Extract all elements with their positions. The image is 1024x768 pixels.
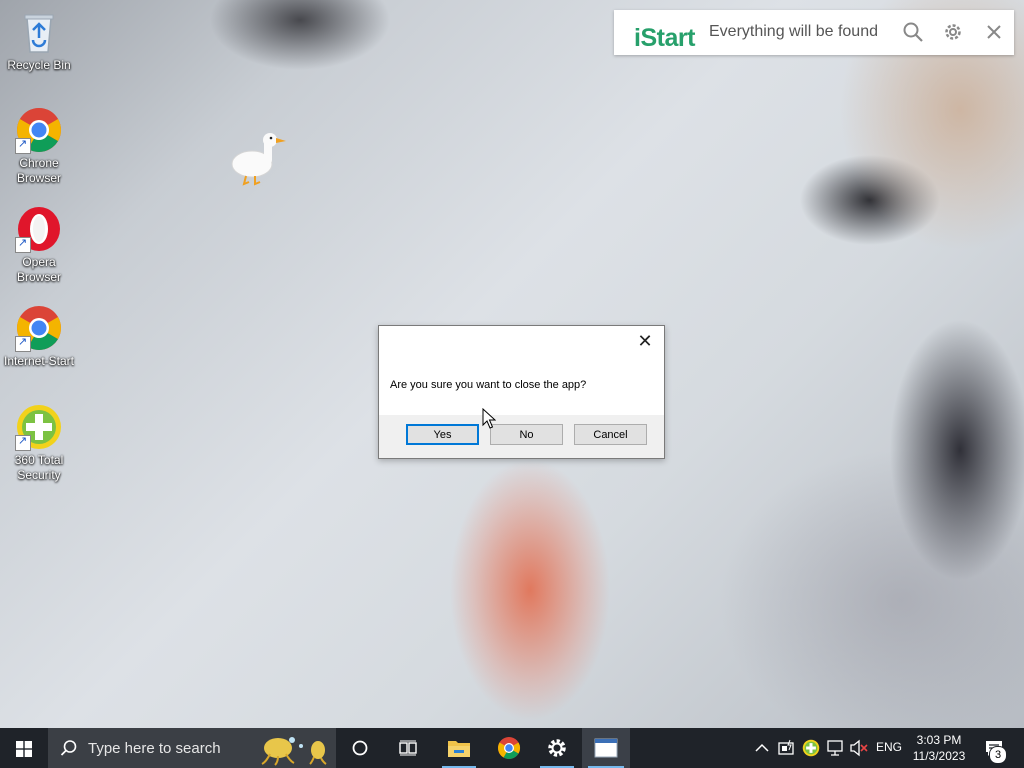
dialog-button-bar: Yes No Cancel [379,415,664,458]
search-icon[interactable] [902,21,924,43]
chrome-icon [498,737,520,759]
app-window-icon [594,738,618,758]
cortana-circle-icon [352,740,368,756]
desktop-icon-label: Recycle Bin [7,58,71,72]
360-security-icon [15,403,63,451]
input-language[interactable]: ENG [876,740,902,754]
task-view-icon [399,740,417,756]
shortcut-arrow-icon [15,236,31,253]
taskbar-chrome[interactable] [486,728,532,768]
confirm-close-dialog: ✕ Are you sure you want to close the app… [378,325,665,459]
istart-search-bar[interactable]: iStart Everything will be found [614,10,1014,55]
yes-button[interactable]: Yes [406,424,479,445]
desktop: Recycle Bin Chrone Browser [0,0,1024,728]
search-highlight-icon [261,737,327,766]
folder-icon [448,741,470,757]
action-center-button[interactable]: 3 [978,728,1018,768]
chrome-icon [15,106,63,154]
taskbar-clock[interactable]: 3:03 PM 11/3/2023 [904,732,974,764]
desktop-icon-opera-browser[interactable]: Opera Browser [2,205,76,285]
chevron-up-icon[interactable] [755,742,769,754]
gear-icon [548,739,566,757]
notification-count-badge: 3 [989,746,1007,764]
search-placeholder: Type here to search [88,740,221,757]
taskbar: Type here to search ENG 3:03 PM 11/3/202… [0,728,1024,768]
cortana-button[interactable] [340,728,380,768]
taskbar-search-box[interactable]: Type here to search [48,728,336,768]
close-icon[interactable] [983,21,1005,43]
battery-meter-icon[interactable] [778,739,796,757]
dialog-close-button[interactable]: ✕ [632,331,658,351]
no-button[interactable]: No [490,424,563,445]
desktop-icon-label: Internet-Start [3,354,75,368]
search-icon [60,740,77,756]
desktop-icon-360-total-security[interactable]: 360 Total Security [2,403,76,483]
clock-time: 3:03 PM [916,733,962,747]
taskbar-file-explorer[interactable] [436,728,482,768]
recycle-bin-icon [15,8,63,56]
desktop-icon-label: 360 Total Security [14,453,64,482]
taskbar-app-window[interactable] [582,728,630,768]
istart-tagline: Everything will be found [709,23,878,40]
shortcut-arrow-icon [15,434,31,451]
volume-muted-icon[interactable] [849,739,869,757]
shortcut-arrow-icon [15,335,31,352]
chrome-icon [15,304,63,352]
opera-icon [15,205,63,253]
network-icon[interactable] [826,739,844,757]
shortcut-arrow-icon [15,137,31,154]
360-security-tray-icon[interactable] [802,739,820,757]
goose-icon [231,133,286,186]
start-button[interactable] [0,728,48,768]
istart-logo: iStart [634,24,695,52]
close-icon: ✕ [637,331,653,351]
windows-logo-icon [16,741,32,757]
clock-date: 11/3/2023 [912,749,966,763]
taskbar-settings[interactable] [534,728,580,768]
gear-icon[interactable] [942,21,964,43]
mouse-pointer-icon [482,408,496,429]
cancel-button[interactable]: Cancel [574,424,647,445]
desktop-icon-recycle-bin[interactable]: Recycle Bin [2,8,76,73]
desktop-icon-chrone-browser[interactable]: Chrone Browser [2,106,76,186]
dialog-message: Are you sure you want to close the app? [390,379,587,391]
task-view-button[interactable] [388,728,428,768]
desktop-icon-label: Chrone Browser [16,156,61,185]
desktop-icon-internet-start[interactable]: Internet-Start [2,304,76,369]
desktop-icon-label: Opera Browser [16,255,61,284]
